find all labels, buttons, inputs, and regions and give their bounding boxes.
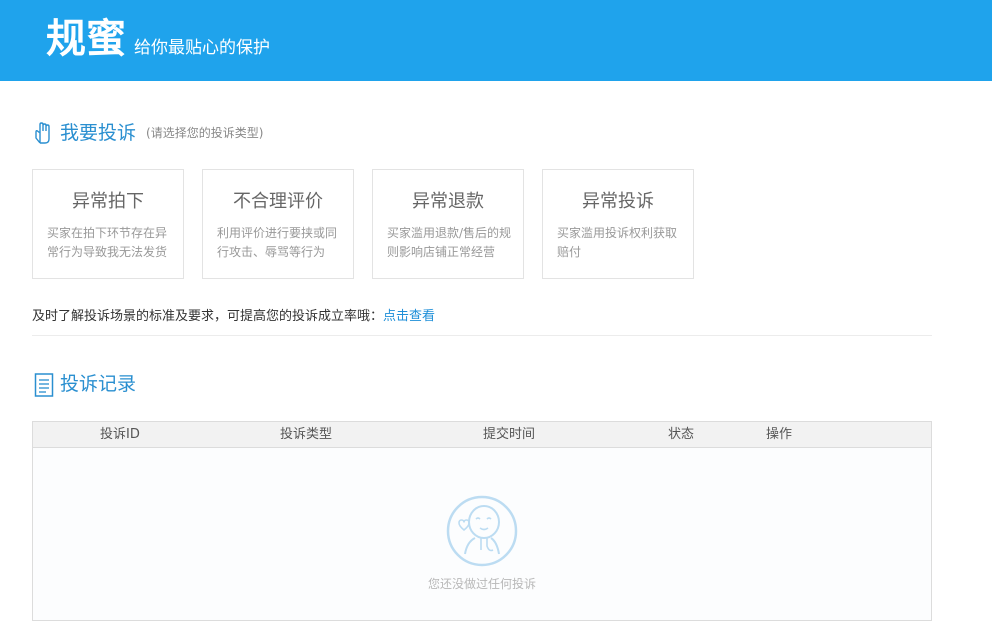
- card-abnormal-refund[interactable]: 异常退款 买家滥用退款/售后的规则影响店铺正常经营: [372, 169, 524, 279]
- table-header: 投诉ID 投诉类型 提交时间 状态 操作: [33, 422, 931, 448]
- column-header-action: 操作: [766, 427, 793, 442]
- empty-state-text: 您还没做过任何投诉: [427, 577, 536, 591]
- card-description: 利用评价进行要挟或同行攻击、辱骂等行为: [217, 226, 338, 259]
- card-title: 异常退款: [412, 191, 484, 212]
- complaint-section-subtitle: (请选择您的投诉类型): [146, 126, 264, 140]
- tip-text: 及时了解投诉场景的标准及要求，可提高您的投诉成立率哦：: [32, 309, 384, 324]
- card-abnormal-order[interactable]: 异常拍下 买家在拍下环节存在异常行为导致我无法发货: [32, 169, 184, 279]
- card-description: 买家滥用投诉权利获取赔付: [557, 226, 678, 259]
- complaint-tip: 及时了解投诉场景的标准及要求，可提高您的投诉成立率哦：点击查看: [32, 305, 435, 324]
- page-header: 规蜜 给你最贴心的保护: [0, 0, 992, 81]
- card-title: 不合理评价: [233, 191, 323, 212]
- brand-slogan: 给你最贴心的保护: [134, 38, 270, 58]
- card-description: 买家滥用退款/售后的规则影响店铺正常经营: [387, 226, 512, 259]
- column-header-type: 投诉类型: [280, 427, 333, 442]
- card-unreasonable-review[interactable]: 不合理评价 利用评价进行要挟或同行攻击、辱骂等行为: [202, 169, 354, 279]
- card-title: 异常投诉: [582, 191, 654, 212]
- view-details-link[interactable]: 点击查看: [383, 309, 435, 324]
- records-section-header: 投诉记录: [34, 371, 136, 397]
- column-header-time: 提交时间: [483, 427, 536, 442]
- card-abnormal-complaint[interactable]: 异常投诉 买家滥用投诉权利获取赔付: [542, 169, 694, 279]
- records-table: 投诉ID 投诉类型 提交时间 状态 操作 您还没做过任何投诉: [32, 421, 932, 621]
- column-header-status: 状态: [668, 427, 695, 442]
- hand-icon: [34, 121, 54, 145]
- document-icon: [34, 372, 54, 397]
- complaint-section-title: 我要投诉: [60, 122, 137, 144]
- card-description: 买家在拍下环节存在异常行为导致我无法发货: [47, 226, 168, 259]
- column-header-id: 投诉ID: [100, 427, 140, 442]
- empty-face-icon: [445, 494, 519, 572]
- records-section-title: 投诉记录: [60, 373, 137, 395]
- section-divider: [32, 335, 932, 336]
- card-title: 异常拍下: [72, 191, 144, 212]
- brand-logo: 规蜜: [46, 16, 126, 62]
- complaint-section-header: 我要投诉 (请选择您的投诉类型): [34, 120, 263, 146]
